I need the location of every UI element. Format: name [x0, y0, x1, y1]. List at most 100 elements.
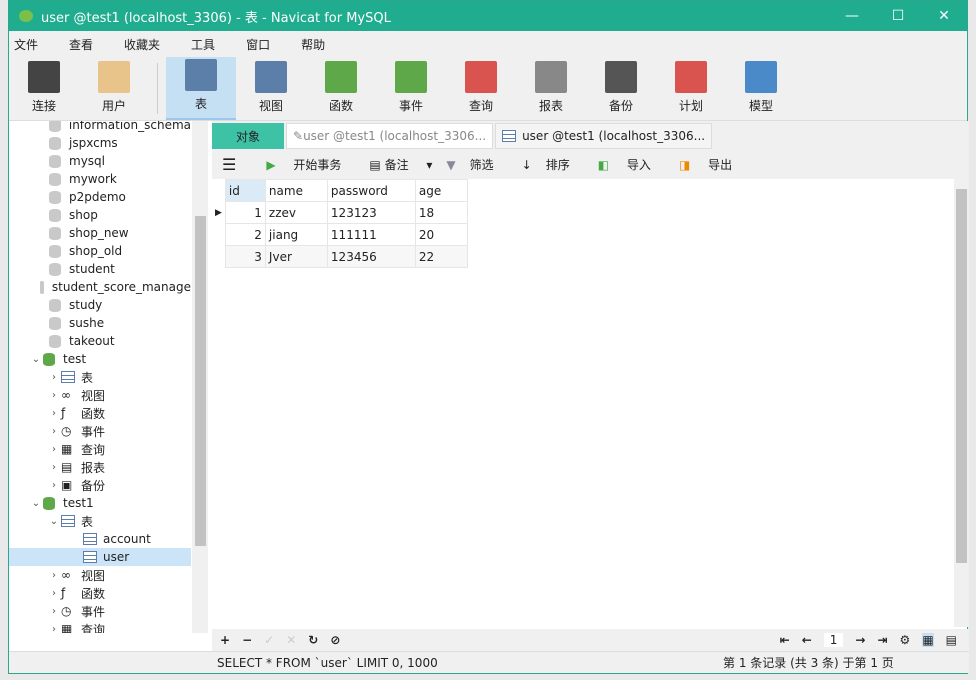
- table-cell[interactable]: 2: [224, 223, 266, 246]
- tree-table[interactable]: user: [9, 548, 191, 566]
- settings-icon[interactable]: ⚙: [900, 633, 911, 647]
- expand-arrow-icon[interactable]: ›: [47, 426, 61, 437]
- expand-arrow-icon[interactable]: ›: [47, 390, 61, 401]
- toolbar-button-query[interactable]: 查询: [446, 57, 516, 120]
- tree-database[interactable]: mywork: [9, 170, 191, 188]
- expand-arrow-icon[interactable]: ›: [47, 606, 61, 617]
- table-cell[interactable]: jiang: [264, 223, 328, 246]
- refresh-button[interactable]: ↻: [308, 633, 318, 647]
- tree-database[interactable]: student_score_manage: [9, 278, 191, 296]
- tree-node[interactable]: › ▦ 查询: [9, 620, 191, 633]
- close-button[interactable]: ✕: [921, 8, 967, 24]
- tree-node[interactable]: › ◷ 事件: [9, 602, 191, 620]
- table-row[interactable]: 3 Jver 123456 22: [212, 245, 468, 268]
- toolbar-button-report[interactable]: 报表: [516, 57, 586, 120]
- discard-button[interactable]: ✕: [286, 633, 296, 647]
- grid-view-button[interactable]: ▦: [922, 633, 934, 647]
- tree-node[interactable]: › ƒ 函数: [9, 584, 191, 602]
- last-page-button[interactable]: ⇥: [877, 633, 887, 647]
- delete-record-button[interactable]: −: [242, 633, 252, 647]
- tree-table[interactable]: account: [9, 530, 191, 548]
- table-cell[interactable]: 123123: [326, 201, 416, 224]
- table-cell[interactable]: 111111: [326, 223, 416, 246]
- page-number-input[interactable]: 1: [823, 633, 844, 647]
- next-page-button[interactable]: →: [855, 633, 865, 647]
- prev-page-button[interactable]: ←: [802, 633, 812, 647]
- table-cell[interactable]: zzev: [264, 201, 328, 224]
- tree-database[interactable]: shop_old: [9, 242, 191, 260]
- toolbar-button-function[interactable]: 函数: [306, 57, 376, 120]
- menu-item[interactable]: 收藏夹: [119, 36, 172, 53]
- apply-button[interactable]: ✓: [264, 633, 274, 647]
- row-indicator[interactable]: [212, 246, 225, 268]
- tree-node[interactable]: › ∞ 视图: [9, 386, 191, 404]
- toolbar-button-backup[interactable]: 备份: [586, 57, 656, 120]
- table-cell[interactable]: 18: [414, 201, 468, 224]
- form-view-button[interactable]: ▤: [946, 633, 957, 647]
- first-page-button[interactable]: ⇤: [780, 633, 790, 647]
- sort-button[interactable]: ↓ 排序: [522, 156, 584, 173]
- table-cell[interactable]: 123456: [326, 245, 416, 268]
- column-header-password[interactable]: password: [326, 179, 416, 202]
- toolbar-button-schedule[interactable]: 计划: [656, 57, 726, 120]
- stop-button[interactable]: ⊘: [330, 633, 340, 647]
- toolbar-button-table[interactable]: 表: [166, 57, 236, 120]
- expand-arrow-icon[interactable]: ›: [47, 372, 61, 383]
- tree-database[interactable]: shop: [9, 206, 191, 224]
- export-button[interactable]: ◨ 导出: [679, 156, 746, 173]
- column-header-name[interactable]: name: [264, 179, 328, 202]
- menu-item[interactable]: 文件: [9, 36, 50, 53]
- note-button[interactable]: ▤ 备注 ▾: [369, 156, 432, 173]
- expand-arrow-icon[interactable]: ⌄: [47, 516, 61, 527]
- tree-database[interactable]: sushe: [9, 314, 191, 332]
- table-row[interactable]: 2 jiang 111111 20: [212, 223, 468, 246]
- tree-node[interactable]: › ▤ 报表: [9, 458, 191, 476]
- table-cell[interactable]: 1: [224, 201, 266, 224]
- expand-arrow-icon[interactable]: ›: [47, 444, 61, 455]
- tree-node[interactable]: › ◷ 事件: [9, 422, 191, 440]
- add-record-button[interactable]: +: [220, 633, 230, 647]
- expand-arrow-icon[interactable]: ›: [47, 408, 61, 419]
- toolbar-button-plug-server[interactable]: 连接: [9, 57, 79, 120]
- tree-node[interactable]: › ▦ 查询: [9, 440, 191, 458]
- menu-item[interactable]: 窗口: [241, 36, 282, 53]
- grid-scroll-thumb[interactable]: [956, 189, 967, 563]
- menu-item[interactable]: 查看: [64, 36, 105, 53]
- maximize-button[interactable]: ☐: [875, 8, 921, 24]
- expand-arrow-icon[interactable]: ›: [47, 588, 61, 599]
- table-cell[interactable]: 20: [414, 223, 468, 246]
- minimize-button[interactable]: —: [829, 8, 875, 24]
- menu-icon[interactable]: ☰: [222, 155, 236, 174]
- table-cell[interactable]: 3: [224, 245, 266, 268]
- row-indicator[interactable]: [212, 224, 225, 246]
- toolbar-button-model[interactable]: 模型: [726, 57, 796, 120]
- table-row[interactable]: ▶ 1 zzev 123123 18: [212, 201, 468, 224]
- expand-arrow-icon[interactable]: ⌄: [29, 498, 43, 509]
- toolbar-button-event-clock[interactable]: 事件: [376, 57, 446, 120]
- import-button[interactable]: ◧ 导入: [598, 156, 665, 173]
- tree-node[interactable]: › 表: [9, 368, 191, 386]
- tree-database[interactable]: p2pdemo: [9, 188, 191, 206]
- expand-arrow-icon[interactable]: ›: [47, 624, 61, 634]
- expand-arrow-icon[interactable]: ›: [47, 570, 61, 581]
- tree-database-test[interactable]: ⌄ test: [9, 350, 191, 368]
- menu-item[interactable]: 工具: [186, 36, 227, 53]
- column-header-id[interactable]: id: [224, 179, 266, 202]
- begin-transaction-button[interactable]: ▶ 开始事务: [266, 156, 355, 173]
- tree-node[interactable]: › ∞ 视图: [9, 566, 191, 584]
- tree-database[interactable]: information_schema: [9, 121, 191, 134]
- table-cell[interactable]: Jver: [264, 245, 328, 268]
- filter-button[interactable]: ▼ 筛选: [446, 156, 507, 173]
- sidebar-scroll-thumb[interactable]: [195, 216, 206, 546]
- expand-arrow-icon[interactable]: ⌄: [29, 354, 43, 365]
- tab-table-data[interactable]: user @test1 (localhost_3306...: [495, 123, 713, 149]
- toolbar-button-user[interactable]: 用户: [79, 57, 149, 120]
- tree-database[interactable]: jspxcms: [9, 134, 191, 152]
- row-indicator[interactable]: ▶: [212, 202, 225, 224]
- column-header-age[interactable]: age: [414, 179, 468, 202]
- tree-database[interactable]: student: [9, 260, 191, 278]
- tree-database[interactable]: mysql: [9, 152, 191, 170]
- tab-table-design[interactable]: ✎ user @test1 (localhost_3306...: [286, 123, 494, 149]
- toolbar-button-view-glasses[interactable]: 视图: [236, 57, 306, 120]
- tree-database[interactable]: takeout: [9, 332, 191, 350]
